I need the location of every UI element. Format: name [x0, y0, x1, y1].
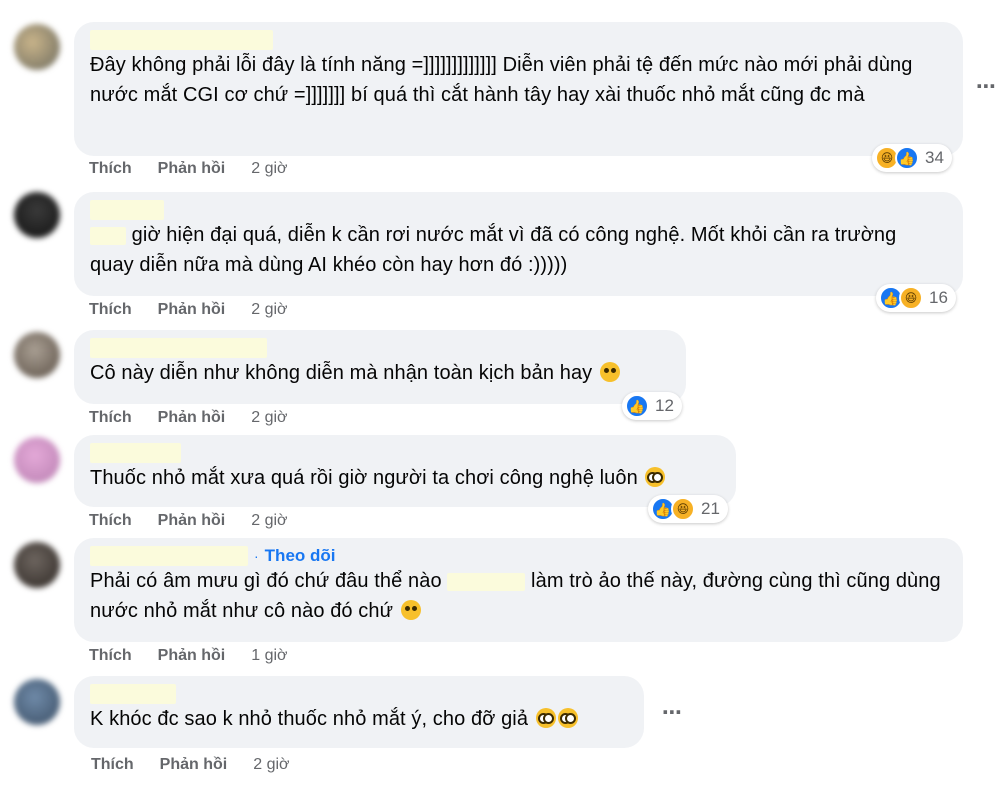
timestamp[interactable]: 2 giờ [253, 756, 289, 774]
crying-face-icon [599, 362, 620, 382]
like-button[interactable]: Thích [89, 409, 132, 427]
follow-button[interactable]: Theo dõi [265, 546, 336, 566]
avatar[interactable] [14, 679, 60, 725]
reply-button[interactable]: Phản hồi [158, 301, 226, 319]
comment-text: Đây không phải lỗi đây là tính năng =]]]… [90, 54, 913, 106]
reaction-count: 12 [655, 396, 674, 415]
comment-text: Phải có âm mưu gì đó chứ đâu thể nào [90, 570, 442, 592]
comment-bubble: Cô này diễn như không diễn mà nhận toàn … [74, 330, 686, 404]
reply-button[interactable]: Phản hồi [158, 409, 226, 427]
like-reaction-icon: 👍 [895, 146, 919, 170]
comment-bubble: Thuốc nhỏ mắt xưa quá rồi giờ người ta c… [74, 435, 736, 507]
timestamp[interactable]: 2 giờ [251, 301, 287, 319]
haha-reaction-icon: 😆 [899, 286, 923, 310]
reaction-count: 34 [925, 148, 944, 167]
reply-button[interactable]: Phản hồi [158, 647, 226, 665]
author-name[interactable] [90, 443, 181, 463]
like-reaction-icon: 👍 [625, 394, 649, 418]
tagged-name[interactable] [447, 572, 526, 591]
pleading-face-icon [557, 708, 578, 728]
reaction-summary[interactable]: 👍 😆 16 [876, 284, 956, 312]
timestamp[interactable]: 2 giờ [251, 512, 287, 530]
author-name[interactable] [90, 30, 273, 50]
avatar[interactable] [14, 437, 60, 483]
reaction-count: 16 [929, 288, 948, 307]
reply-button[interactable]: Phản hồi [158, 512, 226, 530]
reaction-summary[interactable]: 😆 👍 34 [872, 144, 952, 172]
avatar[interactable] [14, 542, 60, 588]
reply-button[interactable]: Phản hồi [160, 756, 228, 774]
comment-bubble: · Theo dõi Phải có âm mưu gì đó chứ đâu … [74, 538, 963, 642]
avatar[interactable] [14, 192, 60, 238]
author-name[interactable] [90, 200, 164, 220]
timestamp[interactable]: 2 giờ [251, 409, 287, 427]
like-button[interactable]: Thích [89, 512, 132, 530]
author-name[interactable] [90, 684, 176, 704]
more-options-button[interactable]: ⋯ [976, 74, 997, 99]
comment-text: Thuốc nhỏ mắt xưa quá rồi giờ người ta c… [90, 467, 638, 489]
like-button[interactable]: Thích [91, 756, 134, 774]
flushed-face-icon [645, 467, 666, 487]
author-name[interactable] [90, 338, 267, 358]
timestamp[interactable]: 1 giờ [251, 647, 287, 665]
reaction-summary[interactable]: 👍 😆 21 [648, 495, 728, 523]
comment-text: K khóc đc sao k nhỏ thuốc nhỏ mắt ý, cho… [90, 708, 529, 730]
comment-bubble: Đây không phải lỗi đây là tính năng =]]]… [74, 22, 963, 156]
tagged-name[interactable] [90, 226, 126, 245]
comment-bubble: giờ hiện đại quá, diễn k cần rơi nước mắ… [74, 192, 963, 296]
like-button[interactable]: Thích [89, 301, 132, 319]
reaction-summary[interactable]: 👍 12 [622, 392, 682, 420]
more-options-button[interactable]: ⋯ [662, 700, 683, 725]
like-button[interactable]: Thích [89, 160, 132, 178]
avatar[interactable] [14, 332, 60, 378]
reply-button[interactable]: Phản hồi [158, 160, 226, 178]
pleading-face-icon [535, 708, 556, 728]
like-button[interactable]: Thích [89, 647, 132, 665]
avatar[interactable] [14, 24, 60, 70]
comment-text: Cô này diễn như không diễn mà nhận toàn … [90, 362, 593, 384]
haha-reaction-icon: 😆 [671, 497, 695, 521]
expressionless-face-icon [400, 600, 421, 620]
author-name[interactable] [90, 546, 248, 566]
comment-bubble: K khóc đc sao k nhỏ thuốc nhỏ mắt ý, cho… [74, 676, 644, 748]
reaction-count: 21 [701, 499, 720, 518]
comment-text: giờ hiện đại quá, diễn k cần rơi nước mắ… [90, 224, 897, 276]
timestamp[interactable]: 2 giờ [251, 160, 287, 178]
